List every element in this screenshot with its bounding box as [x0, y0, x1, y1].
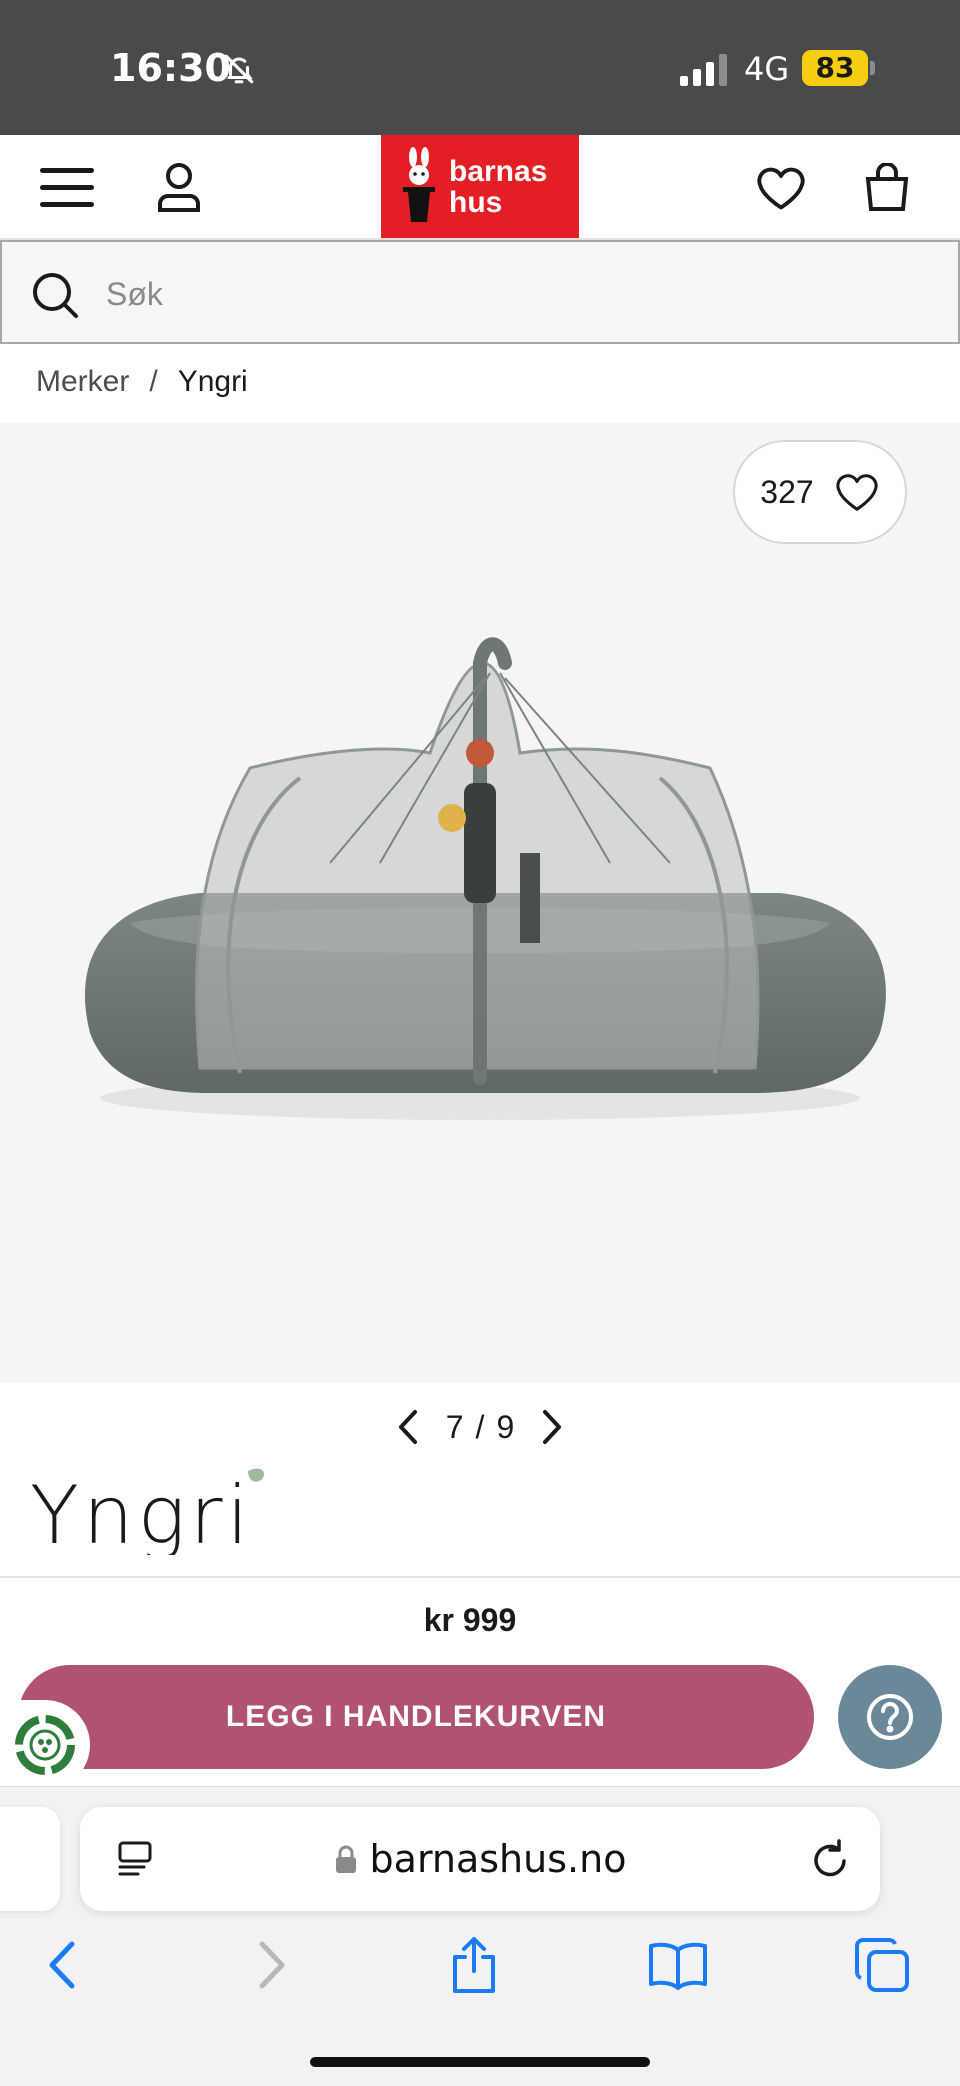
- tabs-button[interactable]: [850, 1933, 914, 1997]
- divider: [0, 1576, 960, 1578]
- image-pager: 7 / 9: [390, 1400, 570, 1454]
- share-button[interactable]: [442, 1933, 506, 1997]
- bunny-hat-logo-icon: [403, 147, 435, 222]
- url-display: barnashus.no: [80, 1807, 880, 1911]
- network-type: 4G: [744, 50, 790, 88]
- battery-level: 83: [802, 50, 868, 86]
- reload-icon[interactable]: [808, 1837, 852, 1881]
- eco-badge[interactable]: [0, 1700, 90, 1790]
- menu-button[interactable]: [36, 157, 98, 219]
- breadcrumb-item-merker[interactable]: Merker: [36, 365, 129, 399]
- user-icon: [158, 163, 200, 212]
- image-counter-total: 9: [496, 1408, 515, 1445]
- heart-icon: [757, 167, 805, 210]
- wishlist-count: 327: [760, 473, 814, 510]
- product-image-gallery[interactable]: [0, 423, 960, 1383]
- tabs-icon: [855, 1938, 909, 1992]
- product-price: kr 999: [423, 1602, 517, 1638]
- product-image: [84, 637, 886, 1120]
- home-indicator: [310, 2057, 650, 2067]
- wishlist-button[interactable]: [750, 157, 812, 219]
- recycle-badge-icon: [15, 1715, 75, 1775]
- question-icon: [867, 1694, 913, 1740]
- site-header: barnas hus: [0, 135, 960, 240]
- battery-nub: [870, 61, 875, 75]
- cart-button-header[interactable]: [856, 157, 918, 219]
- lock-icon: [335, 1845, 356, 1873]
- book-icon: [649, 1942, 707, 1990]
- image-counter: 7 / 9: [446, 1409, 514, 1446]
- brand-logo-text: Yngri: [30, 1469, 253, 1555]
- next-image-button[interactable]: [534, 1405, 570, 1449]
- url-text: barnashus.no: [369, 1837, 627, 1881]
- chevron-right-icon: [542, 1410, 561, 1444]
- account-button[interactable]: [148, 157, 210, 219]
- breadcrumb: Merker / Yngri: [36, 365, 248, 399]
- add-to-cart-button[interactable]: LEGG I HANDLEKURVEN: [18, 1665, 814, 1769]
- cellular-signal-icon: [680, 54, 727, 86]
- breadcrumb-separator: /: [149, 365, 158, 398]
- search-bar: [0, 240, 960, 344]
- browser-toolbar: barnashus.no: [0, 1786, 960, 2086]
- address-bar[interactable]: barnashus.no: [80, 1807, 880, 1911]
- wishlist-count-button[interactable]: 327: [733, 440, 907, 544]
- search-icon[interactable]: [30, 270, 80, 320]
- bell-muted-icon: [224, 54, 254, 84]
- bookmarks-button[interactable]: [646, 1933, 710, 1997]
- chevron-right-icon: [259, 1941, 285, 1989]
- logo-text-line1: barnas: [449, 154, 548, 188]
- previous-image-button[interactable]: [390, 1405, 426, 1449]
- back-button[interactable]: [30, 1933, 94, 1997]
- logo-text-line2: hus: [449, 185, 503, 219]
- shopping-bag-icon: [865, 163, 909, 211]
- help-button[interactable]: [838, 1665, 942, 1769]
- page: 16:30 4G 83 barnas hus Søk Merker / Yngr…: [0, 0, 960, 2086]
- hamburger-icon: [40, 168, 94, 207]
- yngri-brand-logo[interactable]: Yngri: [30, 1465, 270, 1555]
- chevron-left-icon: [49, 1941, 75, 1989]
- heart-icon: [836, 474, 878, 511]
- previous-tab-card[interactable]: [0, 1807, 60, 1911]
- status-bar: 16:30 4G 83: [0, 0, 960, 135]
- status-time: 16:30: [110, 46, 231, 90]
- forward-button[interactable]: [240, 1933, 304, 1997]
- chevron-left-icon: [399, 1410, 417, 1444]
- breadcrumb-item-yngri: Yngri: [177, 365, 248, 398]
- barnashus-logo[interactable]: barnas hus: [381, 135, 579, 238]
- search-input[interactable]: [106, 270, 906, 318]
- image-counter-current: 7: [445, 1408, 464, 1445]
- share-icon: [453, 1937, 495, 1993]
- image-counter-separator: /: [475, 1408, 485, 1445]
